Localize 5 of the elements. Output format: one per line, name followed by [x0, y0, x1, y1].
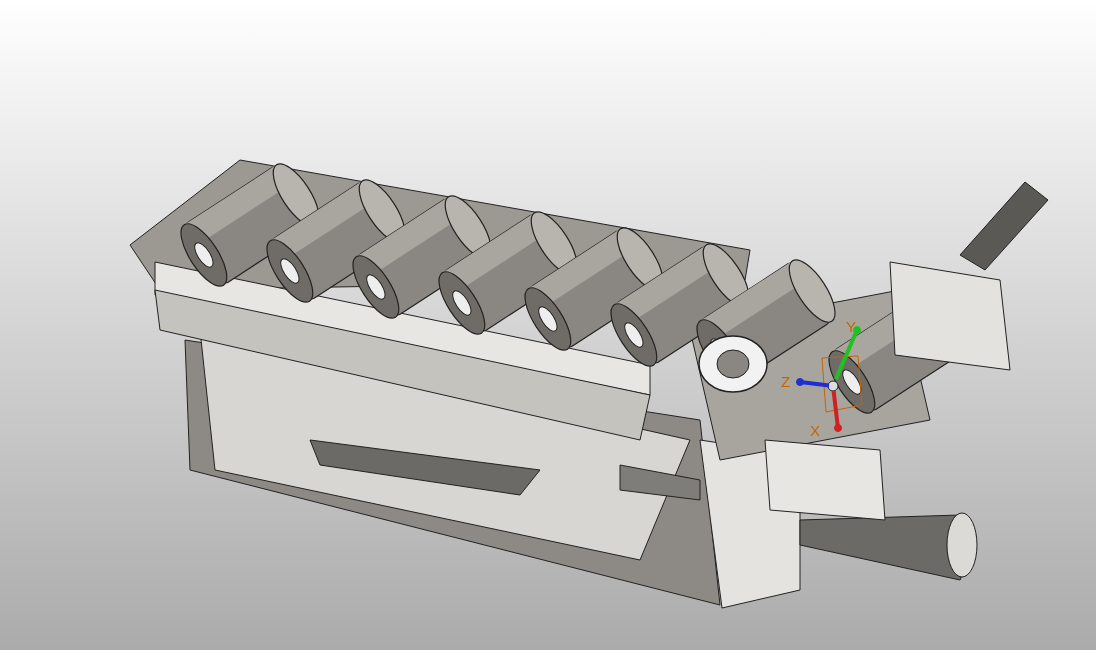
bushing: [698, 335, 768, 393]
triad-frame: [821, 355, 863, 413]
axis-label: Z: [781, 373, 791, 390]
axis-label: X: [810, 422, 820, 439]
axis-label: Y: [846, 318, 856, 335]
